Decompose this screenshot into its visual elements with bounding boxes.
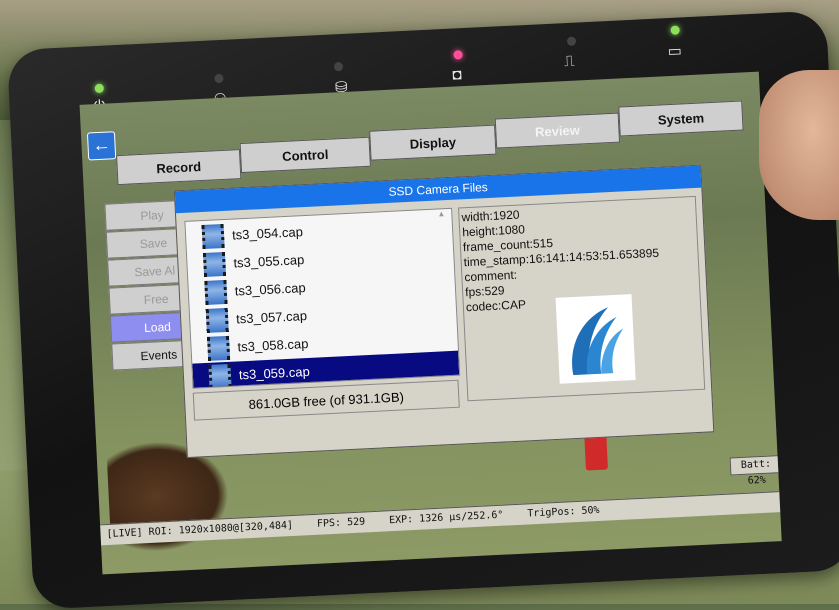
file-name: ts3_056.cap [234,280,306,299]
film-icon [207,335,231,361]
tab-record[interactable]: Record [116,149,242,186]
film-icon [208,363,232,389]
status-live: [LIVE] ROI: 1920x1080@[320,484] [106,519,294,541]
film-icon [204,279,228,305]
tab-review[interactable]: Review [494,112,621,149]
file-name: ts3_057.cap [235,308,308,327]
tab-system[interactable]: System [618,100,744,137]
camera-device: ⏻ ⚇ ⛁ ◘ ⎍ ▭ ← Record Control Display Rev… [6,10,839,610]
trigger-led [566,36,577,46]
network-led [214,73,224,84]
file-name: ts3_058.cap [237,335,309,355]
battery-icon: ▭ [667,42,683,61]
camera-led [453,50,463,60]
status-exp: EXP: 1326 µs/252.6° [388,509,504,527]
status-trigpos: TrigPos: 50% [527,504,600,520]
tab-display[interactable]: Display [369,124,497,161]
ssd-files-dialog: SSD Camera Files ▲ ts3_054.cap ts3_055.c… [173,164,715,459]
film-icon [202,251,227,277]
film-icon [205,307,229,333]
file-name: ts3_054.cap [231,224,304,243]
trigger-icon[interactable]: ⎍ [564,53,575,70]
tab-control[interactable]: Control [239,136,371,174]
file-info-panel: width:1920 height:1080 frame_count:515 t… [458,195,706,402]
camera-screen: ← Record Control Display Review System P… [79,71,782,575]
file-name: ts3_059.cap [238,363,311,383]
film-icon [201,223,225,250]
power-led [94,83,104,94]
battery-led [670,25,680,35]
camera-icon[interactable]: ◘ [452,66,462,83]
company-logo [555,294,636,384]
file-list[interactable]: ▲ ts3_054.cap ts3_055.cap ts3_056.cap ts… [184,207,461,389]
storage-led [333,61,344,72]
file-name: ts3_055.cap [233,252,305,271]
status-fps: FPS: 529 [316,516,366,530]
battery-status: Batt: 62% [729,455,782,487]
